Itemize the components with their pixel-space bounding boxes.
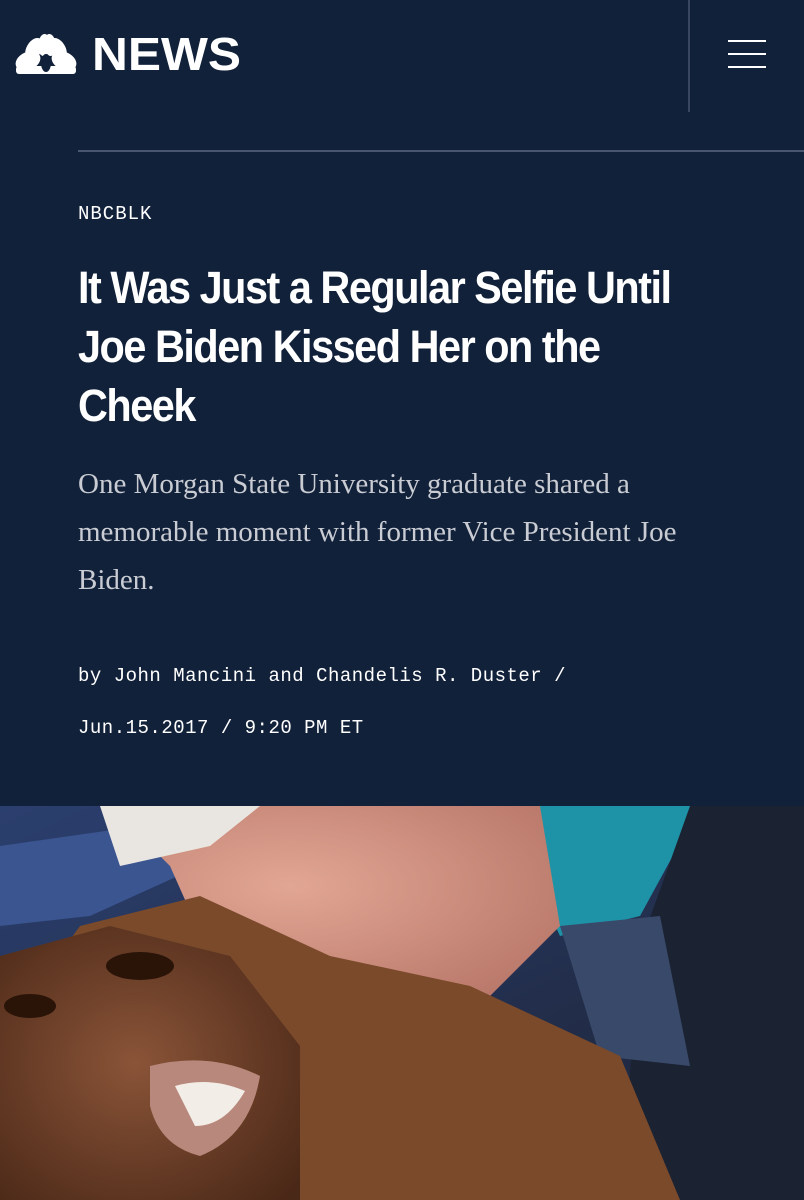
peacock-icon: [14, 34, 78, 74]
hamburger-menu-icon[interactable]: [722, 36, 770, 72]
header-rule: [78, 150, 804, 152]
article-headline: It Was Just a Regular Selfie Until Joe B…: [78, 262, 672, 431]
author-link[interactable]: John Mancini: [114, 665, 257, 687]
byline-separator: /: [220, 717, 233, 739]
hero-image: [0, 806, 804, 1200]
publish-date: Jun.15.2017: [78, 717, 209, 739]
byline-and: and: [268, 665, 305, 687]
article-dek: One Morgan State University graduate sha…: [78, 468, 677, 596]
byline-separator: /: [554, 665, 567, 687]
author-link[interactable]: Chandelis R. Duster: [316, 665, 542, 687]
byline-prefix: by: [78, 665, 102, 687]
section-link[interactable]: NBCBLK: [78, 203, 152, 225]
site-header: NEWS: [0, 0, 804, 112]
publish-time: 9:20 PM ET: [244, 717, 364, 739]
byline: by John Mancini and Chandelis R. Duster …: [78, 650, 758, 754]
logo-wordmark: NEWS: [92, 28, 242, 80]
nbc-news-logo[interactable]: NEWS: [14, 31, 241, 77]
header-divider: [688, 0, 690, 112]
